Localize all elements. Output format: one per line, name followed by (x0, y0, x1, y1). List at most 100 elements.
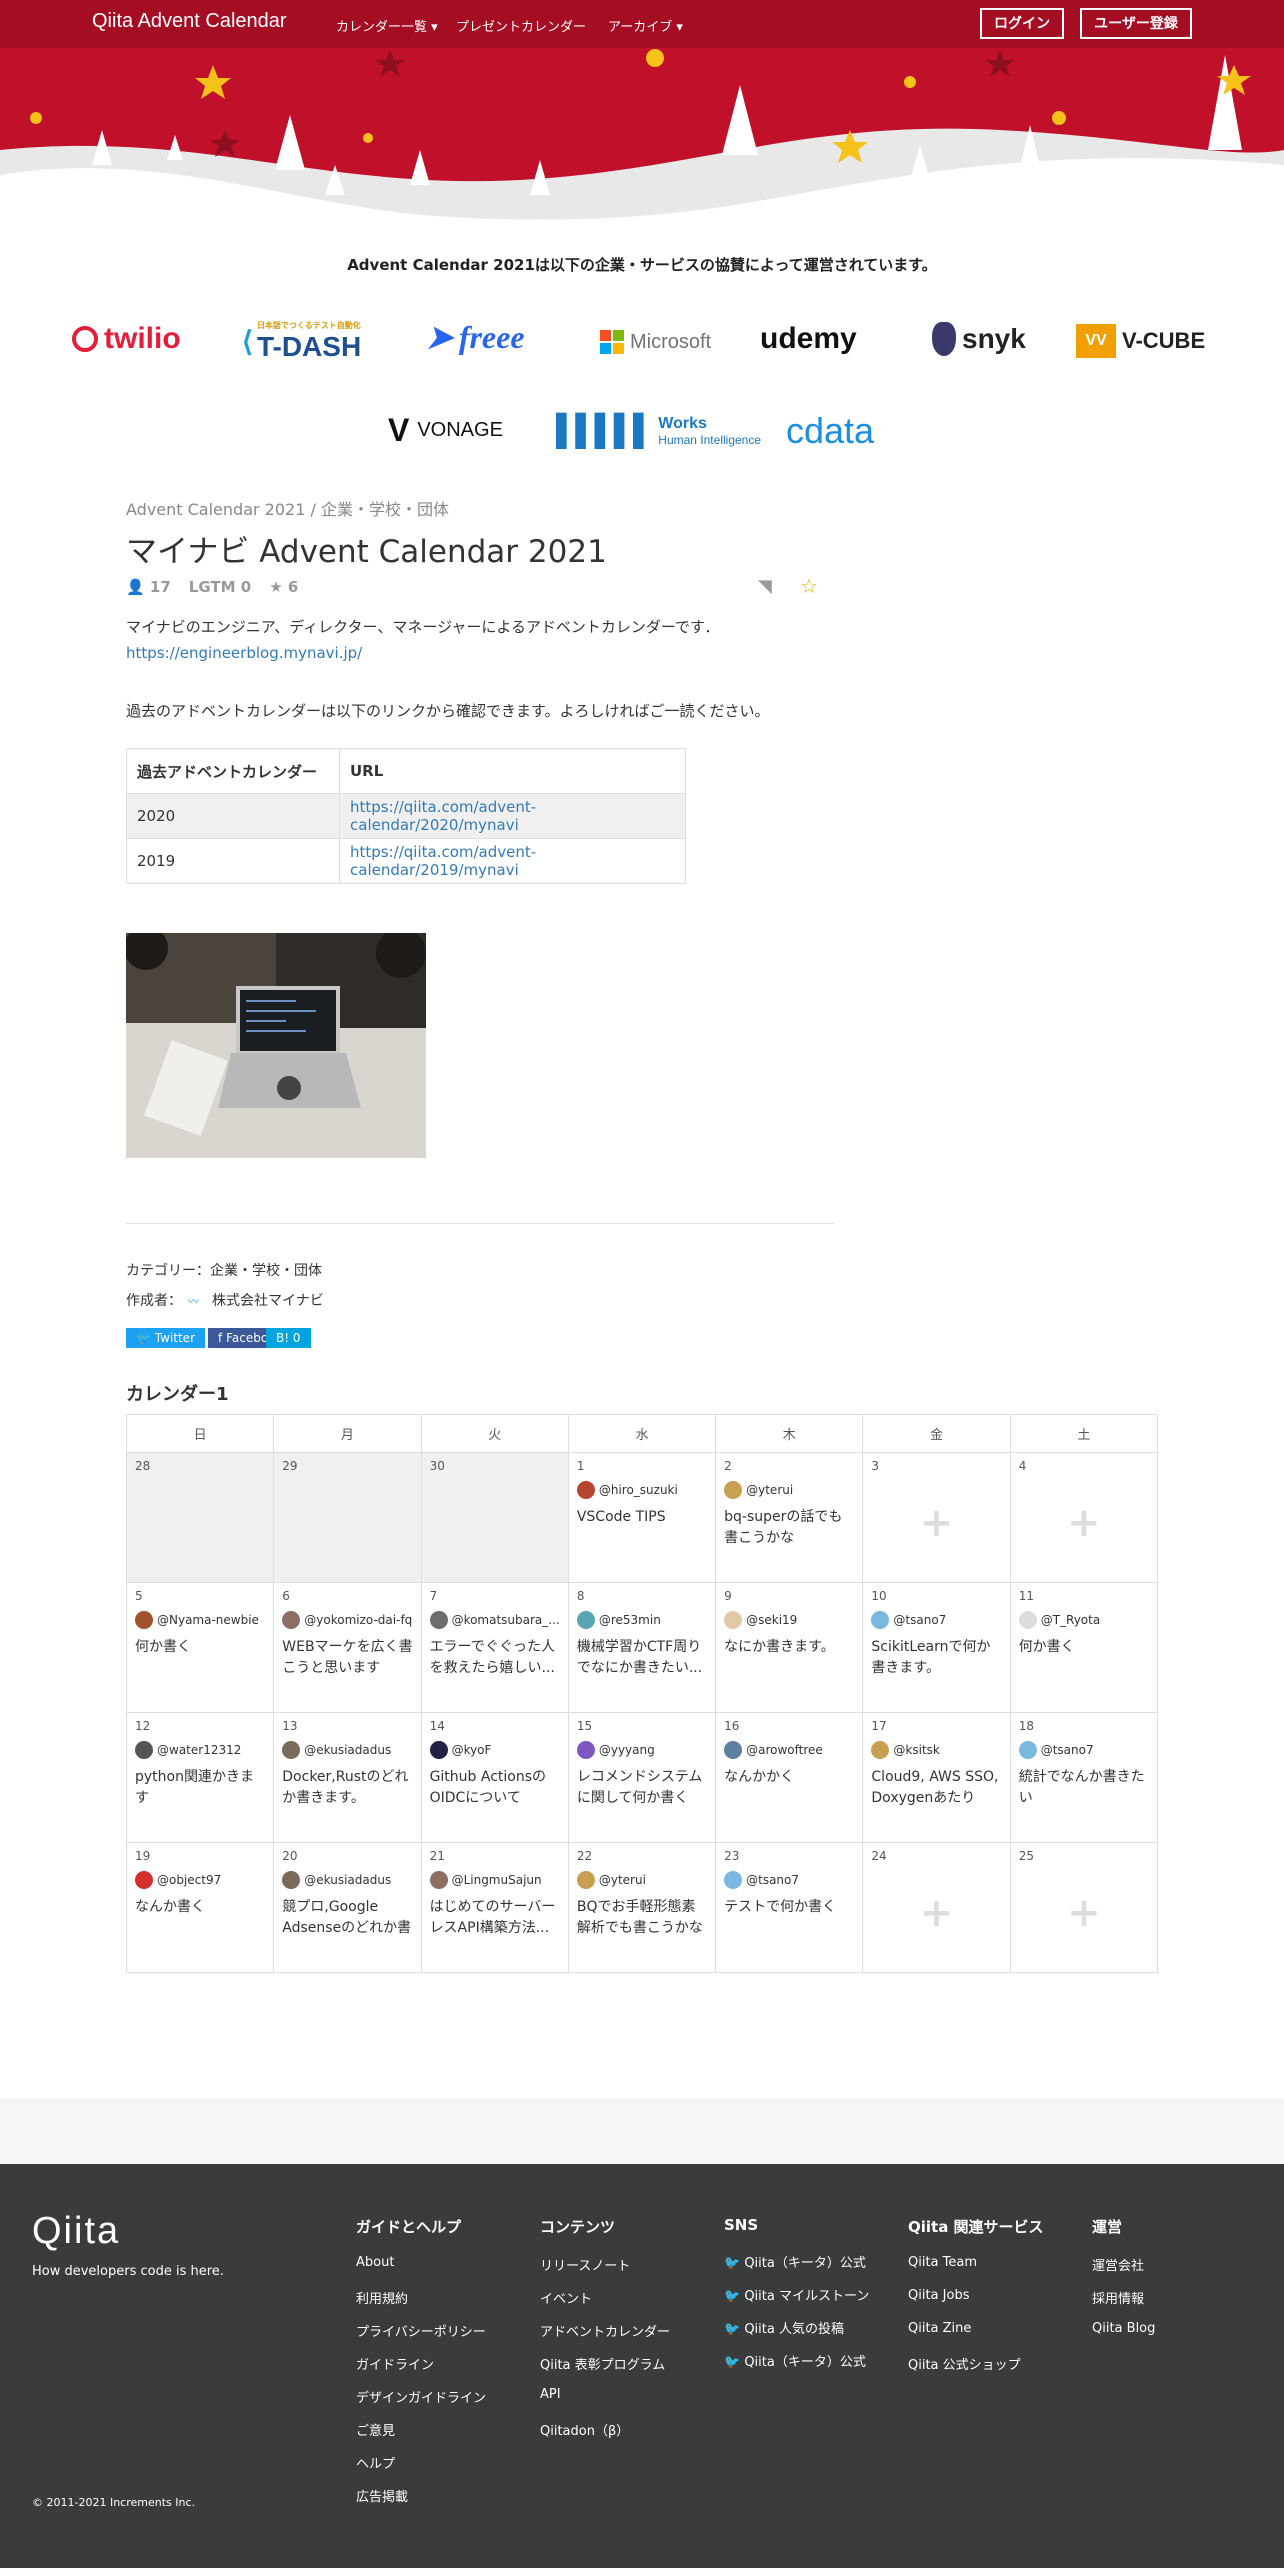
calendar-day-cell[interactable]: 23 @tsano7 テストで何か書く (715, 1842, 864, 1973)
login-button[interactable]: ログイン (980, 8, 1064, 39)
entry-author[interactable]: @yokomizo-dai-fq (282, 1611, 412, 1629)
calendar-day-cell[interactable]: 21 @LingmuSajun はじめてのサーバーレスAPI構築方法... (420, 1842, 569, 1973)
sponsor-cdata-logo[interactable]: cdata (786, 410, 874, 452)
footer-link[interactable]: 🐦 Qiita 人気の投稿 (724, 2318, 869, 2351)
entry-title[interactable]: bq-superの話でも書こうかな (724, 1507, 854, 1549)
entry-author[interactable]: @hiro_suzuki (576, 1481, 707, 1499)
entry-author[interactable]: @Nyama-newbie (135, 1611, 265, 1629)
entry-title[interactable]: エラーでぐぐった人を救えたら嬉しい... (430, 1637, 560, 1679)
entry-title[interactable]: なんかかく (724, 1767, 854, 1788)
add-entry-plus-icon[interactable]: + (1067, 1890, 1101, 1936)
signup-button[interactable]: ユーザー登録 (1080, 8, 1192, 39)
calendar-day-cell[interactable]: 5 @Nyama-newbie 何か書く (125, 1582, 275, 1713)
calendar-day-cell[interactable]: 12 @water12312 python関連かきます (125, 1712, 275, 1843)
footer-link[interactable]: プライバシーポリシー (356, 2321, 486, 2354)
sponsor-snyk-logo[interactable]: snyk (932, 322, 1026, 356)
entry-title[interactable]: Docker,Rustのどれか書きます。 (282, 1767, 412, 1809)
entry-title[interactable]: 統計でなんか書きたい (1019, 1767, 1149, 1809)
footer-link[interactable]: ご意見 (356, 2420, 486, 2453)
rss-icon[interactable]: ◥ (758, 576, 772, 597)
entry-title[interactable]: Cloud9, AWS SSO, Doxygenあたりで... (871, 1767, 1001, 1809)
engineer-blog-link[interactable]: https://engineerblog.mynavi.jp/ (126, 644, 362, 662)
footer-link[interactable]: 🐦 Qiita（キータ）公式 (724, 2252, 869, 2285)
entry-author[interactable]: @ekusiadadus (282, 1871, 412, 1889)
footer-link[interactable]: 広告掲載 (356, 2486, 486, 2519)
calendar-day-cell[interactable]: 24 + (862, 1842, 1011, 1973)
footer-link[interactable]: 🐦 Qiita マイルストーン (724, 2285, 869, 2318)
nav-present-calendar[interactable]: プレゼントカレンダー (456, 16, 586, 35)
entry-title[interactable]: はじめてのサーバーレスAPI構築方法... (430, 1897, 560, 1939)
hatena-bookmark-button[interactable]: B! 0 (266, 1328, 311, 1348)
entry-author[interactable]: @ksitsk (871, 1741, 1001, 1759)
calendar-day-cell[interactable]: 17 @ksitsk Cloud9, AWS SSO, Doxygenあたりで... (862, 1712, 1011, 1843)
entry-title[interactable]: なんか書く (135, 1897, 265, 1918)
entry-title[interactable]: 何か書く (1019, 1637, 1149, 1658)
calendar-day-cell[interactable]: 16 @arowoftree なんかかく (715, 1712, 864, 1843)
footer-link[interactable]: Qiitadon（β） (540, 2420, 670, 2453)
past-calendar-link[interactable]: https://qiita.com/advent-calendar/2020/m… (350, 798, 536, 834)
entry-author[interactable]: @object97 (135, 1871, 265, 1889)
sponsor-udemy-logo[interactable]: udemy (760, 322, 857, 356)
footer-link[interactable]: API (540, 2387, 670, 2420)
entry-author[interactable]: @tsano7 (1018, 1741, 1149, 1759)
sponsor-vonage-logo[interactable]: V VONAGE (388, 412, 503, 449)
entry-title[interactable]: ScikitLearnで何か書きます。 (871, 1637, 1001, 1679)
footer-link[interactable]: Qiita 公式ショップ (908, 2354, 1044, 2387)
footer-link[interactable]: リリースノート (540, 2255, 670, 2288)
footer-link[interactable]: ガイドライン (356, 2354, 486, 2387)
past-calendar-link[interactable]: https://qiita.com/advent-calendar/2019/m… (350, 843, 536, 879)
entry-title[interactable]: BQでお手軽形態素解析でも書こうかな (577, 1897, 707, 1939)
calendar-day-cell[interactable]: 2 @yterui bq-superの話でも書こうかな (715, 1452, 864, 1583)
calendar-day-cell[interactable]: 8 @re53min 機械学習かCTF周りでなにか書きたい... (567, 1582, 717, 1713)
entry-title[interactable]: なにか書きます。 (724, 1637, 854, 1658)
add-entry-plus-icon[interactable]: + (920, 1890, 954, 1936)
calendar-day-cell[interactable]: 6 @yokomizo-dai-fq WEBマーケを広く書こうと思います (273, 1582, 422, 1713)
footer-link[interactable]: About (356, 2255, 486, 2288)
author-name[interactable]: 株式会社マイナビ (212, 1290, 324, 1310)
site-logo[interactable]: Qiita Advent Calendar (92, 10, 287, 33)
footer-link[interactable]: ヘルプ (356, 2453, 486, 2486)
entry-author[interactable]: @yyyang (576, 1741, 707, 1759)
sponsor-vcube-logo[interactable]: VV V-CUBE (1076, 324, 1205, 358)
sponsor-tdash-logo[interactable]: ⟨ 日本語でつくるテスト自動化 T-DASH (242, 320, 361, 363)
entry-author[interactable]: @arowoftree (724, 1741, 854, 1759)
entry-title[interactable]: WEBマーケを広く書こうと思います (282, 1637, 412, 1679)
calendar-day-cell[interactable]: 4 + (1009, 1452, 1159, 1583)
entry-author[interactable]: @seki19 (724, 1611, 854, 1629)
footer-link[interactable]: イベント (540, 2288, 670, 2321)
twitter-share-button[interactable]: 🐦 Twitter (126, 1328, 205, 1348)
entry-title[interactable]: 競プロ,Google Adsenseのどれか書き... (282, 1897, 412, 1939)
entry-author[interactable]: @LingmuSajun (429, 1871, 560, 1889)
calendar-day-cell[interactable]: 11 @T_Ryota 何か書く (1009, 1582, 1159, 1713)
entry-title[interactable]: テストで何か書く (724, 1897, 854, 1918)
entry-title[interactable]: python関連かきます (135, 1767, 265, 1809)
calendar-day-cell[interactable]: 7 @komatsubara_... エラーでぐぐった人を救えたら嬉しい... (420, 1582, 569, 1713)
entry-author[interactable]: @re53min (576, 1611, 707, 1629)
footer-link[interactable]: 採用情報 (1092, 2288, 1155, 2321)
footer-link[interactable]: 利用規約 (356, 2288, 486, 2321)
calendar-day-cell[interactable]: 10 @tsano7 ScikitLearnで何か書きます。 (862, 1582, 1011, 1713)
entry-title[interactable]: 機械学習かCTF周りでなにか書きたい... (577, 1637, 707, 1679)
entry-author[interactable]: @tsano7 (724, 1871, 854, 1889)
entry-author[interactable]: @yterui (724, 1481, 854, 1499)
calendar-day-cell[interactable]: 13 @ekusiadadus Docker,Rustのどれか書きます。 (273, 1712, 422, 1843)
calendar-day-cell[interactable]: 9 @seki19 なにか書きます。 (715, 1582, 864, 1713)
entry-title[interactable]: VSCode TIPS (577, 1507, 707, 1528)
footer-link[interactable]: Qiita Blog (1092, 2321, 1155, 2354)
entry-author[interactable]: @water12312 (135, 1741, 265, 1759)
entry-author[interactable]: @kyoF (429, 1741, 560, 1759)
calendar-day-cell[interactable]: 25 + (1009, 1842, 1159, 1973)
calendar-day-cell[interactable]: 22 @yterui BQでお手軽形態素解析でも書こうかな (567, 1842, 717, 1973)
entry-author[interactable]: @komatsubara_... (429, 1611, 560, 1629)
entry-author[interactable]: @ekusiadadus (282, 1741, 412, 1759)
sponsor-freee-logo[interactable]: ➤ freee (426, 318, 525, 356)
category-label[interactable]: カテゴリー：企業・学校・団体 (126, 1260, 322, 1280)
entry-author[interactable]: @yterui (576, 1871, 707, 1889)
sponsor-twilio-logo[interactable]: twilio (72, 322, 181, 356)
add-entry-plus-icon[interactable]: + (920, 1500, 954, 1546)
footer-link[interactable]: Qiita 表彰プログラム (540, 2354, 670, 2387)
entry-author[interactable]: @tsano7 (871, 1611, 1001, 1629)
calendar-day-cell[interactable]: 3 + (862, 1452, 1011, 1583)
add-entry-plus-icon[interactable]: + (1067, 1500, 1101, 1546)
footer-link[interactable]: Qiita Team (908, 2255, 1044, 2288)
